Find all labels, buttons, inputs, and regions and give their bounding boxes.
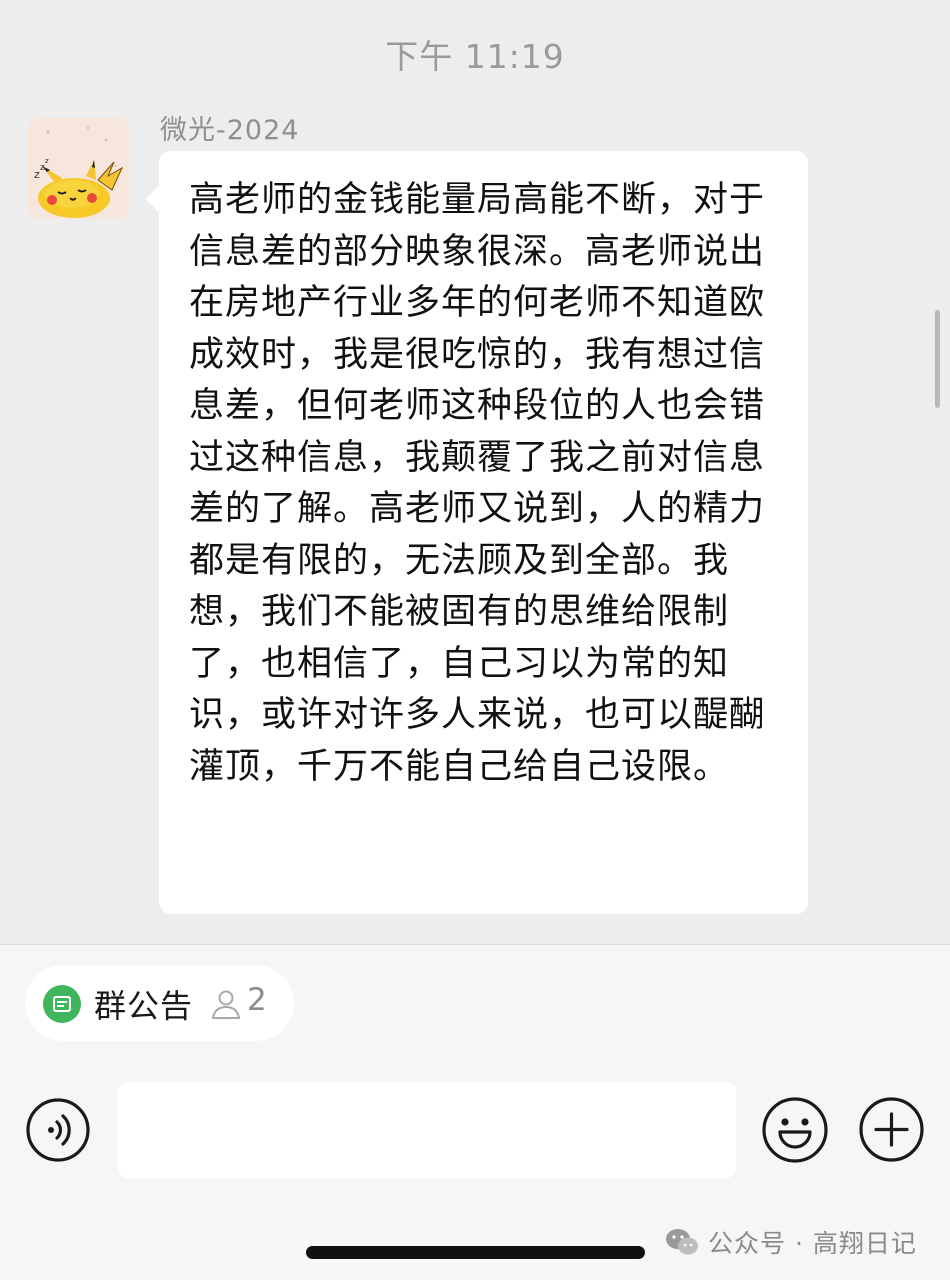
- message-text: 高老师的金钱能量局高能不断，对于信息差的部分映象很深。高老师说出在房地产行业多年…: [189, 180, 766, 787]
- plus-icon: [859, 1097, 924, 1162]
- message-input[interactable]: [118, 1082, 736, 1178]
- sender-name: 微光-2024: [160, 115, 300, 146]
- notice-count: 2: [247, 982, 267, 1018]
- sleeping-pikachu-avatar: z z z: [28, 118, 129, 219]
- home-indicator[interactable]: [306, 1246, 645, 1259]
- wechat-icon: [666, 1229, 698, 1255]
- more-button[interactable]: [858, 1096, 925, 1163]
- voice-button[interactable]: [26, 1098, 90, 1162]
- watermark: 公众号 · 高翔日记: [664, 1222, 917, 1262]
- emoji-icon: [762, 1097, 828, 1163]
- group-notice-chip[interactable]: 群公告 2: [25, 965, 294, 1041]
- group-notice-label: 群公告: [94, 987, 194, 1025]
- sender-avatar[interactable]: z z z: [28, 118, 129, 219]
- voice-icon: [26, 1098, 90, 1162]
- watermark-text: 公众号 · 高翔日记: [708, 1229, 917, 1258]
- svg-text:z: z: [45, 157, 49, 165]
- person-icon: [209, 987, 243, 1021]
- message-timestamp: 下午 11:19: [385, 37, 565, 76]
- bubble-tail: [145, 185, 160, 213]
- announcement-icon: [43, 985, 81, 1023]
- emoji-button[interactable]: [761, 1096, 829, 1164]
- message-bubble[interactable]: 高老师的金钱能量局高能不断，对于信息差的部分映象很深。高老师说出在房地产行业多年…: [145, 151, 808, 914]
- scrollbar[interactable]: [935, 310, 940, 408]
